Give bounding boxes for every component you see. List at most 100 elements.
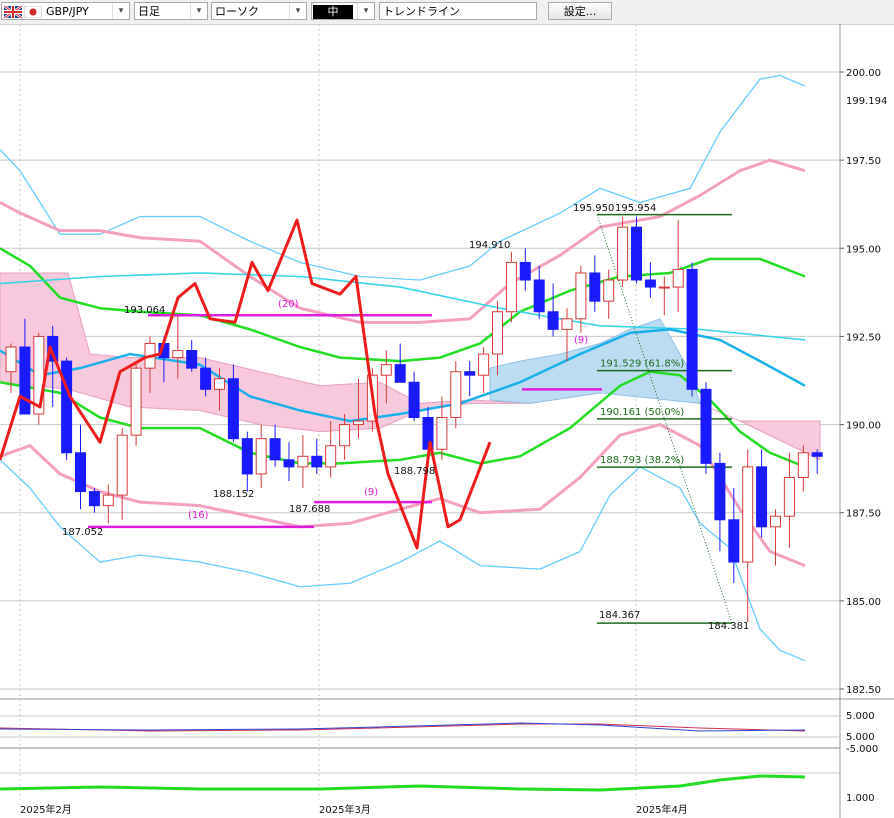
- bollinger-upper-inner: [0, 158, 806, 324]
- candle-body: [311, 455, 323, 468]
- candle-body: [325, 445, 337, 468]
- price-tick-label: 187.50: [846, 509, 881, 520]
- oscillator-panel: 5.0005.000-5.0001.000: [0, 711, 878, 804]
- price-tick-label: 192.50: [846, 332, 881, 343]
- price-annotation: 195.954: [615, 203, 656, 214]
- chart-style-label: ローソク: [215, 5, 259, 18]
- base-line: [0, 272, 806, 341]
- bollinger-upper-outer: [0, 74, 806, 281]
- candle-body: [116, 434, 128, 496]
- price-annotation: 188.798: [394, 466, 435, 477]
- candle-body: [102, 494, 114, 507]
- count-label: (20): [278, 299, 299, 310]
- candle-body: [339, 424, 351, 447]
- candle-body: [269, 438, 281, 461]
- candle-body: [255, 438, 267, 475]
- time-axis-label: 2025年4月: [636, 803, 688, 816]
- candle-body: [436, 417, 448, 450]
- time-axis-label: 2025年2月: [20, 803, 72, 816]
- line-width-label: 中: [313, 5, 353, 19]
- candle-body: [5, 346, 17, 373]
- count-label: (16): [188, 510, 209, 521]
- candle-body: [561, 318, 573, 330]
- candle-body: [742, 466, 754, 563]
- price-annotation: 187.688: [289, 504, 330, 515]
- symbol-label: GBP/JPY: [46, 5, 89, 18]
- price-annotation: 195.950: [573, 203, 614, 214]
- candle-body: [130, 367, 142, 436]
- candle-body: [797, 452, 809, 478]
- candle-body: [227, 378, 239, 440]
- price-tick-label: 195.00: [846, 244, 881, 255]
- candle-body: [533, 279, 545, 313]
- moving-average-upper: [0, 247, 806, 363]
- candle-body: [700, 388, 712, 464]
- price-tick-label: 182.50: [846, 685, 881, 696]
- price-tick-label: 200.00: [846, 68, 881, 79]
- candle-body: [61, 360, 73, 454]
- candle-body: [88, 491, 100, 507]
- candle-body: [589, 272, 601, 302]
- fib-level-label: 188.793 (38.2%): [600, 455, 684, 466]
- fib-level-label: 191.529 (61.8%): [600, 359, 684, 370]
- candle-body: [617, 226, 629, 281]
- candle-body: [770, 515, 781, 528]
- drawing-tool-label: トレンドライン: [383, 5, 460, 18]
- chart-style-select[interactable]: ローソク ▾: [211, 2, 307, 20]
- price-annotation: 194.910: [469, 240, 510, 251]
- price-annotation: 184.367: [599, 610, 640, 621]
- candle-body: [811, 452, 823, 457]
- price-annotation: 184.381: [708, 621, 749, 632]
- candle-body: [380, 364, 392, 376]
- candle-body: [547, 311, 559, 330]
- candle-body: [297, 455, 309, 468]
- chevron-down-icon[interactable]: ▾: [112, 3, 129, 19]
- osc-tick-label: 5.000: [846, 711, 875, 722]
- candle-body: [172, 350, 184, 359]
- price-annotation: 188.152: [213, 489, 254, 500]
- candle-body: [728, 519, 740, 563]
- price-tick-label: 185.00: [846, 597, 881, 608]
- candle-body: [394, 364, 406, 383]
- candle-body: [658, 286, 670, 289]
- candle-body: [408, 381, 420, 419]
- price-annotation: 187.052: [62, 527, 103, 538]
- osc-tick-label: 5.000: [846, 732, 875, 743]
- candle-body: [75, 452, 86, 493]
- price-axis: 200.00 197.50 195.00 192.50 190.00 187.50 185.…: [840, 68, 887, 696]
- chevron-down-icon[interactable]: ▾: [190, 3, 207, 19]
- symbol-select[interactable]: GBP/JPY ▾: [1, 2, 130, 20]
- price-annotation: 193.064: [124, 305, 165, 316]
- candle-body: [200, 367, 212, 390]
- candle-body: [603, 279, 615, 302]
- candle-body: [353, 420, 364, 426]
- candle-body: [478, 353, 490, 376]
- candle-body: [214, 378, 225, 390]
- price-chart[interactable]: 191.529 (61.8%) 190.161 (50.0%) 188.793 (3…: [0, 24, 894, 818]
- last-price-label: 199.194: [846, 96, 887, 107]
- chevron-down-icon[interactable]: ▾: [357, 3, 374, 19]
- candle-body: [714, 462, 726, 521]
- count-label: (9): [364, 487, 378, 498]
- chevron-down-icon[interactable]: ▾: [289, 3, 306, 19]
- candle-body: [783, 476, 795, 517]
- price-tick-label: 190.00: [846, 421, 881, 432]
- price-tick-label: 197.50: [846, 156, 881, 167]
- line-width-select[interactable]: 中 ▾: [311, 2, 375, 20]
- timeframe-label: 日足: [138, 5, 160, 18]
- candle-body: [492, 311, 503, 355]
- candle-body: [283, 459, 295, 468]
- candle-body: [464, 371, 476, 376]
- drawing-tool-field[interactable]: トレンドライン: [379, 2, 537, 20]
- time-axis-label: 2025年3月: [319, 803, 371, 816]
- candle-body: [450, 371, 462, 419]
- settings-button[interactable]: 設定...: [548, 2, 612, 20]
- count-label: (9): [574, 335, 588, 346]
- candle-body: [241, 438, 253, 475]
- japan-flag-icon: [24, 6, 42, 18]
- candle-body: [186, 350, 198, 369]
- timeframe-select[interactable]: 日足 ▾: [134, 2, 208, 20]
- candle-body: [33, 335, 45, 415]
- osc-tick-label: -5.000: [846, 744, 878, 755]
- candle-body: [19, 346, 31, 415]
